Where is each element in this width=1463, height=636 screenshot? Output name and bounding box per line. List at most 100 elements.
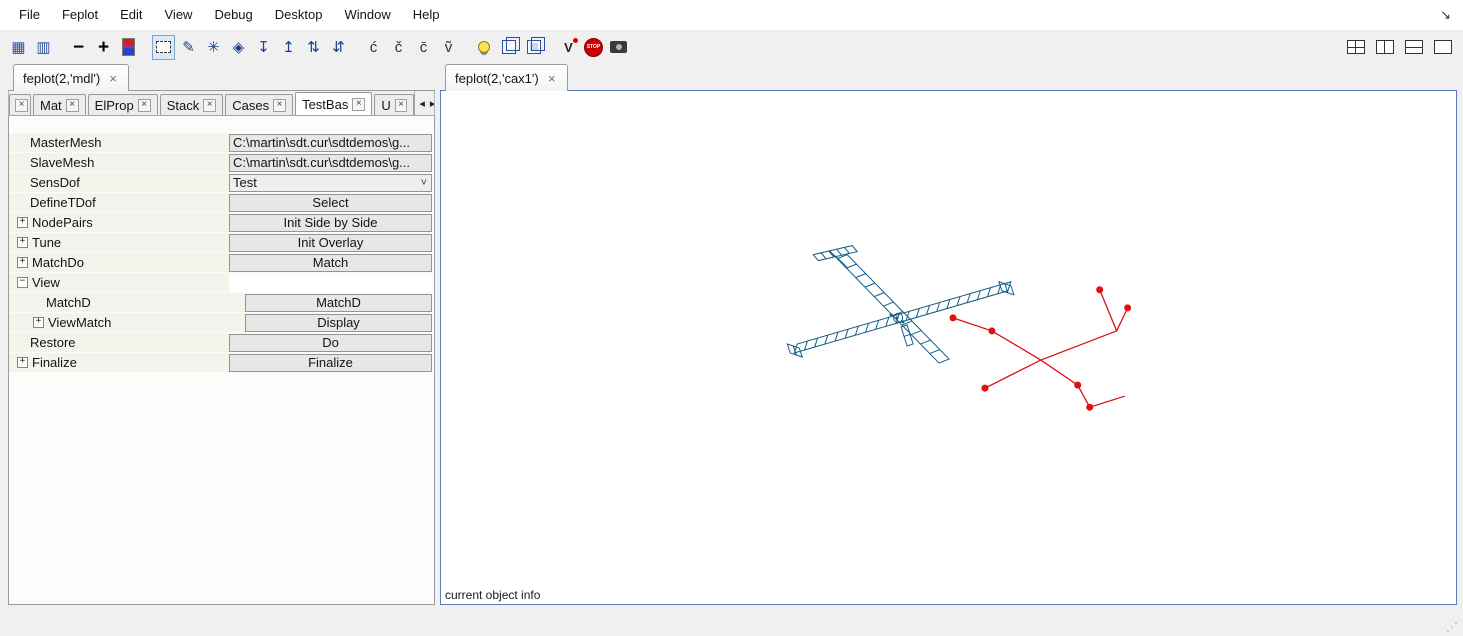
expander-minus-icon[interactable]: − <box>17 277 28 288</box>
prop-label: Tune <box>32 235 61 250</box>
prop-label-cell: DefineTDof <box>9 193 229 213</box>
prop-row-view: −View <box>9 273 434 293</box>
subtab-elprop[interactable]: ElProp× <box>88 94 158 116</box>
rect-select-button[interactable] <box>152 35 175 60</box>
layout-single-icon <box>1434 40 1452 54</box>
view-cube-1-button[interactable] <box>497 35 520 60</box>
prop-label: ViewMatch <box>48 315 111 330</box>
prop-label: NodePairs <box>32 215 93 230</box>
prop-row-definetdof: DefineTDof Select <box>9 193 434 213</box>
expander-plus-icon[interactable]: + <box>33 317 44 328</box>
zoom-in-button[interactable]: + <box>92 35 115 60</box>
prop-value-cell: C:\martin\sdt.cur\sdtdemos\g... <box>229 153 434 173</box>
empty-value-cell <box>229 274 432 292</box>
restore-button[interactable]: Do <box>229 334 432 352</box>
mastermesh-field[interactable]: C:\martin\sdt.cur\sdtdemos\g... <box>229 134 432 152</box>
toolbar: ▦▥−+ ✎✳◈↧↥⇅⇵ ćčc̄ ṽ VSTOP <box>0 31 1463 63</box>
subtab-cases[interactable]: Cases× <box>225 94 293 116</box>
expander-plus-icon[interactable]: + <box>17 237 28 248</box>
menu-help[interactable]: Help <box>402 0 451 30</box>
prop-row-restore: RestoreDo <box>9 333 434 353</box>
layout-vertical-split-button[interactable] <box>1373 35 1396 60</box>
swap-updown-button[interactable]: ⇅ <box>302 35 325 60</box>
tune-button[interactable]: Init Overlay <box>229 234 432 252</box>
layout-grid-button[interactable] <box>1344 35 1367 60</box>
expander-plus-icon[interactable]: + <box>17 357 28 368</box>
scroll-right-icon[interactable]: ▸ <box>430 97 435 110</box>
prop-row-matchdo: +MatchDoMatch <box>9 253 434 273</box>
close-icon[interactable]: × <box>15 99 28 112</box>
node-marker-button[interactable]: ✳ <box>202 35 225 60</box>
cursor-elt-button[interactable]: č <box>387 35 410 60</box>
light-button[interactable] <box>472 35 495 60</box>
align-down-button[interactable]: ↧ <box>252 35 275 60</box>
matchd-button[interactable]: MatchD <box>245 294 432 312</box>
stop-button[interactable]: STOP <box>582 35 605 60</box>
viewmatch-button[interactable]: Display <box>245 314 432 332</box>
close-icon[interactable]: × <box>203 99 216 112</box>
pick-node-button[interactable]: ✎ <box>177 35 200 60</box>
snapshot-button[interactable] <box>607 35 630 60</box>
definetdof-button[interactable]: Select <box>229 194 432 212</box>
left-tab-row: feplot(2,'mdl') × <box>8 62 435 90</box>
sensdof-dropdown[interactable]: Test˅ <box>229 174 432 192</box>
colorbar-icon <box>122 38 135 56</box>
colorbar-button[interactable] <box>117 35 140 60</box>
toolbar-window-layout <box>1343 35 1455 60</box>
close-icon[interactable]: × <box>66 99 79 112</box>
cursor-edge-button[interactable]: c̄ <box>412 35 435 60</box>
zoom-out-button[interactable]: − <box>67 35 90 60</box>
tab-feplot-mdl[interactable]: feplot(2,'mdl') × <box>13 64 129 91</box>
close-icon[interactable]: × <box>546 72 558 85</box>
model-properties-button[interactable]: ▦ <box>7 35 30 60</box>
tab-feplot-cax1[interactable]: feplot(2,'cax1') × <box>445 64 568 91</box>
menu-feplot[interactable]: Feplot <box>51 0 109 30</box>
menu-window[interactable]: Window <box>333 0 401 30</box>
menu-desktop[interactable]: Desktop <box>264 0 334 30</box>
view-cube-2-icon <box>527 40 541 54</box>
menu-debug[interactable]: Debug <box>203 0 263 30</box>
matchdo-button[interactable]: Match <box>229 254 432 272</box>
subtab-u[interactable]: U× <box>374 94 414 116</box>
prop-label-cell: −View <box>9 273 229 293</box>
cursor-face-icon: ṽ <box>445 40 453 55</box>
expander-plus-icon[interactable]: + <box>17 257 28 268</box>
layout-single-button[interactable] <box>1431 35 1454 60</box>
left-panel-body: ×Mat×ElProp×Stack×Cases×TestBas×U×◂▸ Mas… <box>8 90 435 605</box>
resize-grip-icon[interactable]: ⋰ <box>1446 620 1458 634</box>
menu-view[interactable]: View <box>154 0 204 30</box>
menu-edit[interactable]: Edit <box>109 0 153 30</box>
finalize-button[interactable]: Finalize <box>229 354 432 372</box>
prop-value-cell <box>229 273 434 293</box>
subtab-clipped[interactable]: × <box>9 94 31 116</box>
close-icon[interactable]: × <box>273 99 286 112</box>
expander-plus-icon[interactable]: + <box>17 217 28 228</box>
scroll-left-icon[interactable]: ◂ <box>419 97 425 110</box>
swap-cycle-button[interactable]: ⇵ <box>327 35 350 60</box>
close-icon[interactable]: × <box>138 99 151 112</box>
menu-overflow-icon[interactable]: ↘ <box>1440 0 1451 30</box>
cursor-face-button[interactable]: ṽ <box>437 35 460 60</box>
prop-label-cell: SlaveMesh <box>9 153 229 173</box>
layout-horizontal-split-button[interactable] <box>1402 35 1425 60</box>
statusbar: ⋰ <box>0 605 1463 636</box>
close-icon[interactable]: × <box>395 99 408 112</box>
triax-button[interactable]: V <box>557 35 580 60</box>
view-cube-2-button[interactable] <box>522 35 545 60</box>
align-up-button[interactable]: ↥ <box>277 35 300 60</box>
prop-label: DefineTDof <box>30 195 96 210</box>
prop-label-cell: + Tune <box>9 233 229 253</box>
close-icon[interactable]: × <box>352 98 365 111</box>
left-panel: feplot(2,'mdl') × ×Mat×ElProp×Stack×Case… <box>8 62 435 605</box>
orient-button[interactable]: ◈ <box>227 35 250 60</box>
iiplot-properties-button[interactable]: ▥ <box>32 35 55 60</box>
menu-file[interactable]: File <box>8 0 51 30</box>
close-icon[interactable]: × <box>107 72 119 85</box>
subtab-stack[interactable]: Stack× <box>160 94 224 116</box>
plot-canvas[interactable]: current object info <box>440 90 1457 605</box>
nodepairs-button[interactable]: Init Side by Side <box>229 214 432 232</box>
subtab-testbas[interactable]: TestBas× <box>295 92 372 116</box>
subtab-mat[interactable]: Mat× <box>33 94 86 116</box>
slavemesh-field[interactable]: C:\martin\sdt.cur\sdtdemos\g... <box>229 154 432 172</box>
cursor-node-button[interactable]: ć <box>362 35 385 60</box>
